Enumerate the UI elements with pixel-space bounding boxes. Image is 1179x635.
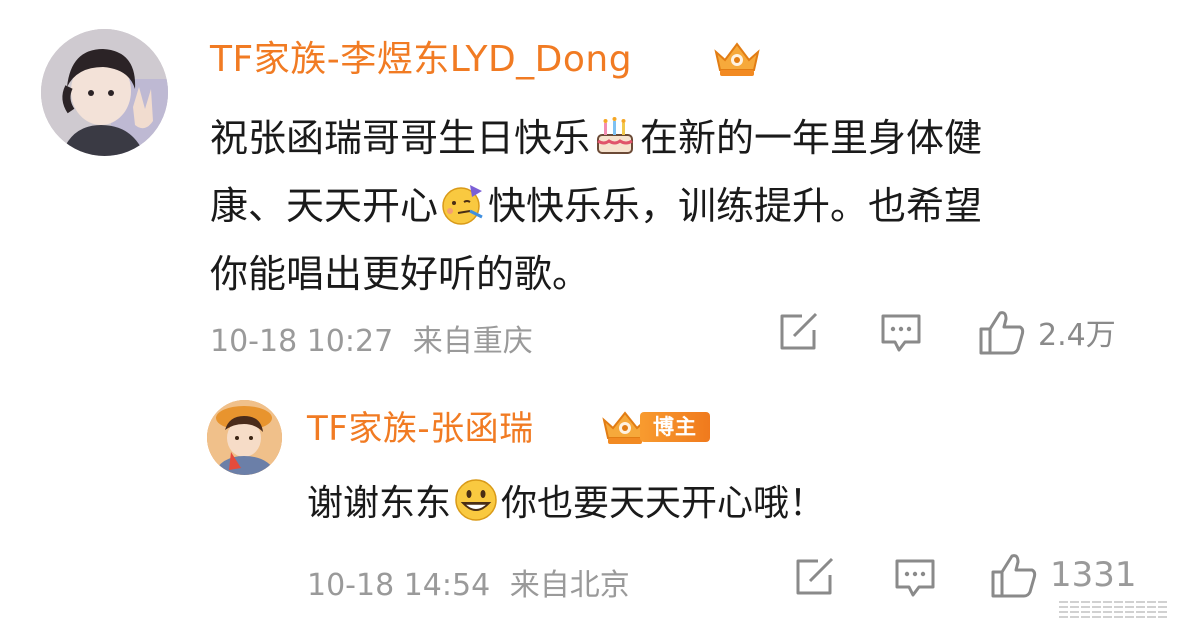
- share-icon: [780, 312, 818, 350]
- avatar[interactable]: [41, 29, 168, 156]
- thumbs-up-icon: [991, 554, 1037, 598]
- reply-text: 谢谢东东 你也要天天开心哦！: [307, 474, 825, 526]
- comment-meta: 10-18 10:27 来自重庆: [210, 316, 533, 360]
- comment-button[interactable]: [879, 312, 923, 354]
- comment-text-line-2: 康、天天开心 快快乐乐，训练提升。也希望: [210, 175, 982, 230]
- comment-location: 来自重庆: [412, 324, 533, 359]
- like-button[interactable]: 1331: [990, 552, 1137, 598]
- avatar[interactable]: [207, 400, 282, 475]
- share-icon: [796, 557, 834, 595]
- avatar-portrait-icon: [41, 29, 168, 156]
- reply-timestamp: 10-18 14:54: [307, 568, 491, 603]
- comment-text-segment: 快快乐乐，训练提升。也希望: [488, 184, 983, 228]
- comment-username[interactable]: TF家族-李煜东LYD_Dong: [210, 40, 632, 80]
- thumbs-up-icon: [979, 311, 1025, 355]
- like-count: 2.4万: [1038, 318, 1116, 353]
- reply-text-segment: 谢谢东东: [307, 483, 452, 524]
- watermark: [1059, 595, 1169, 621]
- reply-text-segment: 你也要天天开心哦！: [501, 483, 826, 524]
- reply-meta: 10-18 14:54 来自北京: [307, 560, 630, 604]
- reply-location: 来自北京: [509, 568, 630, 603]
- reply-username[interactable]: TF家族-张函瑞: [307, 409, 534, 449]
- comment-text-line-1: 祝张函瑞哥哥生日快乐 在新的一年里身体健: [210, 107, 982, 162]
- comment-text-segment: 康、天天开心: [210, 184, 439, 228]
- avatar-portrait-icon: [207, 400, 282, 475]
- comment-text-segment: 祝张函瑞哥哥生日快乐: [210, 116, 591, 160]
- cake-emoji: [592, 113, 638, 159]
- like-count: 1331: [1050, 555, 1137, 595]
- comment-button[interactable]: [893, 557, 937, 599]
- comment-icon: [881, 314, 921, 352]
- comment-text-line-3: 你能唱出更好听的歌。: [210, 252, 591, 296]
- share-button[interactable]: [792, 557, 836, 597]
- grinning-face-emoji: [453, 477, 499, 523]
- party-face-emoji: [440, 181, 486, 227]
- comment-icon: [895, 559, 935, 597]
- like-button[interactable]: 2.4万: [978, 309, 1116, 355]
- comment-text-segment: 在新的一年里身体健: [640, 116, 983, 160]
- share-button[interactable]: [776, 312, 820, 352]
- blogger-badge: 博主: [640, 412, 710, 442]
- comment-timestamp: 10-18 10:27: [210, 324, 394, 359]
- crown-badge-icon[interactable]: [712, 40, 762, 78]
